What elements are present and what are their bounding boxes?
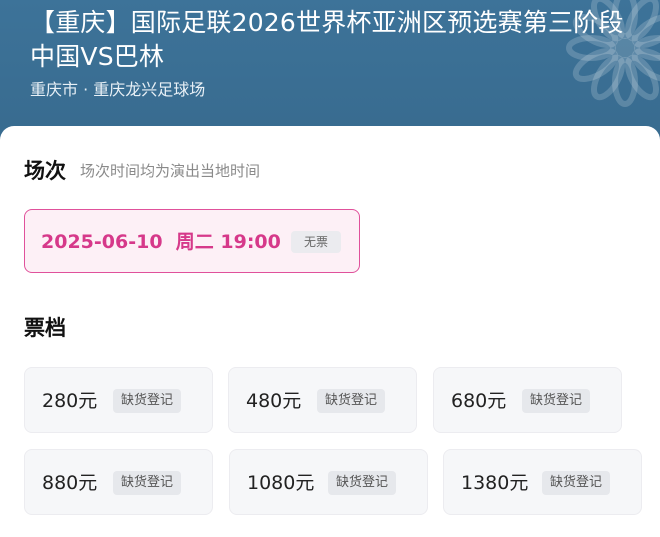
tier-option[interactable]: 280元 缺货登记 bbox=[24, 367, 213, 433]
tier-option[interactable]: 480元 缺货登记 bbox=[228, 367, 417, 433]
tier-price: 280元 bbox=[42, 390, 98, 412]
tier-price: 1080元 bbox=[247, 472, 315, 494]
tier-status-tag: 缺货登记 bbox=[113, 471, 182, 495]
tier-price: 480元 bbox=[246, 390, 302, 412]
event-header: 【重庆】国际足联2026世界杯亚洲区预选赛第三阶段 中国VS巴林 重庆市 · 重… bbox=[0, 0, 660, 140]
tier-status-tag: 缺货登记 bbox=[317, 389, 386, 413]
event-venue: 重庆市 · 重庆龙兴足球场 bbox=[30, 80, 206, 99]
session-status-badge: 无票 bbox=[291, 231, 341, 253]
tier-price: 880元 bbox=[42, 472, 98, 494]
tier-price: 1380元 bbox=[461, 472, 529, 494]
tier-status-tag: 缺货登记 bbox=[328, 471, 397, 495]
tier-status-tag: 缺货登记 bbox=[113, 389, 182, 413]
session-datetime: 2025-06-10 周二 19:00 bbox=[41, 231, 281, 253]
session-heading: 场次 bbox=[24, 159, 66, 183]
tier-option[interactable]: 680元 缺货登记 bbox=[433, 367, 622, 433]
tier-status-tag: 缺货登记 bbox=[542, 471, 611, 495]
tier-price: 680元 bbox=[451, 390, 507, 412]
ticket-selection-panel: 场次 场次时间均为演出当地时间 2025-06-10 周二 19:00 无票 票… bbox=[0, 126, 660, 537]
session-option[interactable]: 2025-06-10 周二 19:00 无票 bbox=[24, 209, 360, 273]
tier-status-tag: 缺货登记 bbox=[522, 389, 591, 413]
event-title: 【重庆】国际足联2026世界杯亚洲区预选赛第三阶段 中国VS巴林 bbox=[30, 8, 624, 71]
tier-option[interactable]: 1080元 缺货登记 bbox=[229, 449, 428, 515]
session-note: 场次时间均为演出当地时间 bbox=[80, 162, 261, 180]
tier-heading: 票档 bbox=[24, 316, 66, 340]
tier-option[interactable]: 1380元 缺货登记 bbox=[443, 449, 642, 515]
tier-option[interactable]: 880元 缺货登记 bbox=[24, 449, 213, 515]
